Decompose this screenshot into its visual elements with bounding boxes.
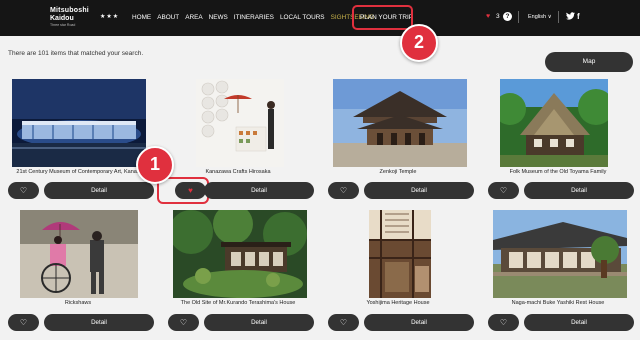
help-icon[interactable]: ?	[503, 12, 512, 21]
language-select[interactable]: English ∨	[528, 14, 552, 20]
favorites-count: 3	[496, 13, 500, 20]
place-photo-terashima-house[interactable]	[173, 210, 307, 298]
place-name[interactable]: Rickshaws	[8, 300, 148, 306]
heart-outline-icon: ♡	[339, 318, 348, 327]
three-stars-icon: ★★★	[100, 14, 120, 20]
heart-outline-icon: ♡	[339, 186, 348, 195]
logo-line2: Kaidou	[50, 15, 74, 22]
favorite-button[interactable]: ♡	[8, 182, 39, 199]
detail-button[interactable]: Detail	[204, 314, 314, 331]
heart-outline-icon: ♡	[19, 186, 28, 195]
menu-itineraries[interactable]: ITINERARIES	[234, 14, 274, 21]
favorites-heart-icon[interactable]: ♥	[486, 13, 490, 20]
facebook-icon[interactable]: f	[577, 12, 580, 21]
annotation-badge-1: 1	[136, 146, 174, 184]
place-name[interactable]: Folk Museum of the Old Toyama Family	[488, 169, 628, 175]
menu-local-tours[interactable]: LOCAL TOURS	[280, 14, 325, 21]
favorite-button[interactable]: ♡	[328, 314, 359, 331]
menu-news[interactable]: NEWS	[209, 14, 228, 21]
place-name[interactable]: 21st Century Museum of Contemporary Art,…	[8, 169, 148, 175]
menu-area[interactable]: AREA	[185, 14, 202, 21]
nav-divider	[558, 11, 559, 23]
place-photo-crafts-shop[interactable]	[196, 79, 284, 167]
annotation-badge-2: 2	[400, 24, 438, 62]
detail-button[interactable]: Detail	[204, 182, 314, 199]
place-name[interactable]: Zenkoji Temple	[328, 169, 468, 175]
detail-button[interactable]: Detail	[44, 314, 154, 331]
favorite-button[interactable]: ♡	[8, 314, 39, 331]
heart-outline-icon: ♡	[179, 318, 188, 327]
heart-outline-icon: ♡	[19, 318, 28, 327]
detail-button[interactable]: Detail	[524, 182, 634, 199]
detail-button[interactable]: Detail	[364, 314, 474, 331]
heart-outline-icon: ♡	[499, 318, 508, 327]
menu-home[interactable]: HOME	[132, 14, 151, 21]
top-nav: Mitsuboshi Kaidou Three star Road ★★★ HO…	[0, 0, 640, 36]
place-photo-rickshaws[interactable]	[20, 210, 138, 298]
detail-button[interactable]: Detail	[364, 182, 474, 199]
place-photo-folk-museum[interactable]	[500, 79, 608, 167]
results-count-text: There are 101 items that matched your se…	[8, 50, 144, 57]
place-photo-yoshijima-house[interactable]	[369, 210, 431, 298]
place-name[interactable]: The Old Site of Mr.Kurando Terashima's H…	[168, 300, 308, 306]
place-photo-museum[interactable]	[12, 79, 146, 167]
detail-button[interactable]: Detail	[524, 314, 634, 331]
main-menu: HOME ABOUT AREA NEWS ITINERARIES LOCAL T…	[132, 14, 380, 21]
place-name[interactable]: Naga-machi Buke Yashiki Rest House	[488, 300, 628, 306]
plan-highlight-box	[352, 5, 413, 30]
map-button[interactable]: Map	[545, 52, 633, 72]
logo-tagline: Three star Road	[50, 23, 76, 27]
logo-line1: Mitsuboshi	[50, 7, 89, 14]
site-logo[interactable]: Mitsuboshi Kaidou Three star Road	[50, 7, 89, 28]
favorite-button[interactable]: ♡	[488, 314, 519, 331]
place-name[interactable]: Yoshijima Heritage House	[328, 300, 468, 306]
nav-divider	[518, 11, 519, 23]
menu-about[interactable]: ABOUT	[157, 14, 179, 21]
place-name[interactable]: Kanazawa Crafts Hirosaka	[168, 169, 308, 175]
favorite-button[interactable]: ♡	[328, 182, 359, 199]
place-photo-temple[interactable]	[333, 79, 467, 167]
favorite-button[interactable]: ♡	[488, 182, 519, 199]
place-photo-naga-machi-rest-house[interactable]	[493, 210, 627, 298]
detail-button[interactable]: Detail	[44, 182, 154, 199]
favorite-button[interactable]: ♡	[168, 314, 199, 331]
heart-outline-icon: ♡	[499, 186, 508, 195]
twitter-icon[interactable]	[566, 12, 575, 22]
